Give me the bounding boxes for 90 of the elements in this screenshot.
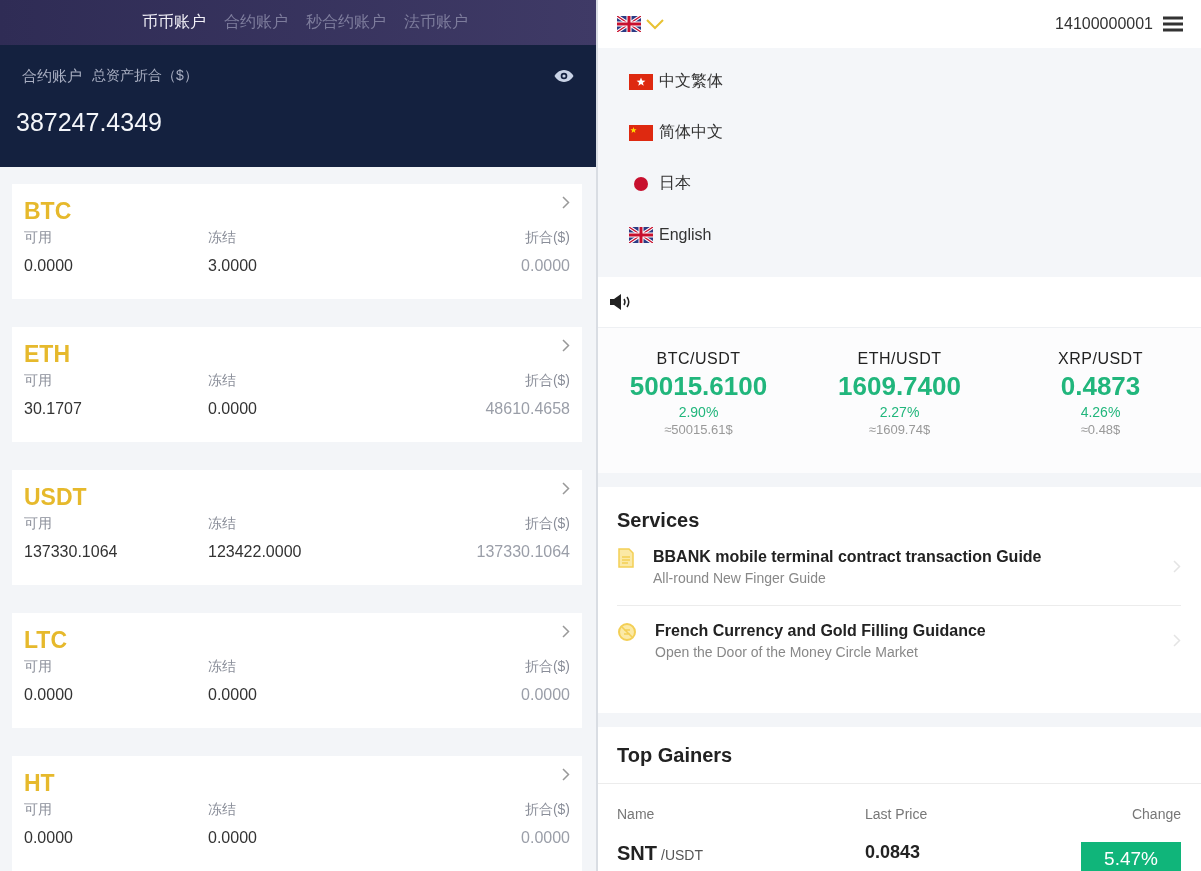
value-amount: 137330.1064 xyxy=(476,543,570,561)
frozen-amount: 0.0000 xyxy=(208,829,258,847)
pair-change: 4.26% xyxy=(1080,404,1121,420)
total-label: 总资产折合（$） xyxy=(92,67,198,86)
change-badge: 5.47% xyxy=(1081,842,1181,871)
pair-name: BTC/USDT xyxy=(656,350,741,368)
frozen-label: 冻结 xyxy=(208,372,237,390)
coin-name: BTC xyxy=(24,198,72,225)
account-tab[interactable]: 币币账户 xyxy=(140,7,208,37)
value-label: 折合($) xyxy=(523,801,570,819)
coin-name: ETH xyxy=(24,341,70,368)
flag-icon xyxy=(617,16,641,32)
available-label: 可用 xyxy=(24,801,53,819)
chevron-icon[interactable] xyxy=(562,339,570,352)
frozen-amount: 0.0000 xyxy=(208,400,258,418)
value-amount: 0.0000 xyxy=(521,829,570,847)
frozen-label: 冻结 xyxy=(208,658,237,676)
value-label: 折合($) xyxy=(523,515,570,533)
pair-change: 2.90% xyxy=(678,404,719,420)
frozen-amount: 3.0000 xyxy=(208,257,258,275)
frozen-amount: 123422.0000 xyxy=(208,543,303,561)
asset-card[interactable]: BTC 可用 冻结 折合($) 0.0000 3.0000 0.0000 xyxy=(12,184,582,299)
chevron-icon[interactable] xyxy=(562,482,570,495)
language-option[interactable]: 简体中文 xyxy=(598,107,723,158)
coin-name: LTC xyxy=(24,627,67,654)
available-amount: 30.1707 xyxy=(24,400,83,418)
language-option[interactable]: English xyxy=(598,209,712,260)
value-amount: 48610.4658 xyxy=(485,400,570,418)
frozen-label: 冻结 xyxy=(208,229,237,247)
available-amount: 0.0000 xyxy=(24,829,74,847)
pair-name: ETH/USDT xyxy=(857,350,942,368)
chevron-icon[interactable] xyxy=(562,625,570,638)
coin-name: HT xyxy=(24,770,55,797)
available-label: 可用 xyxy=(24,658,53,676)
frozen-label: 冻结 xyxy=(208,515,237,533)
pair-usd-value: ≈0.48$ xyxy=(1080,422,1121,437)
language-option[interactable]: 日本 xyxy=(598,158,691,209)
service-subtitle: All-round New Finger Guide xyxy=(653,570,827,586)
flag-icon xyxy=(629,226,653,243)
account-label: 合约账户 xyxy=(22,66,82,86)
column-header: Last Price xyxy=(865,806,929,822)
asset-card[interactable]: HT 可用 冻结 折合($) 0.0000 0.0000 0.0000 xyxy=(12,756,582,871)
value-label: 折合($) xyxy=(523,372,570,390)
service-title: French Currency and Gold Filling Guidance xyxy=(655,622,987,640)
quote-currency: /USDT xyxy=(661,847,703,863)
value-amount: 0.0000 xyxy=(521,257,570,275)
available-label: 可用 xyxy=(24,229,53,247)
pair-name: XRP/USDT xyxy=(1058,350,1143,368)
asset-card[interactable]: ETH 可用 冻结 折合($) 30.1707 0.0000 48610.4658 xyxy=(12,327,582,442)
caret-icon[interactable] xyxy=(645,18,665,30)
service-title: BBANK mobile terminal contract transaction Guide xyxy=(653,548,1043,566)
frozen-label: 冻结 xyxy=(208,801,237,819)
pair-change: 2.27% xyxy=(879,404,920,420)
pair-price: 1609.7400 xyxy=(838,371,961,402)
eye-icon[interactable] xyxy=(554,69,574,84)
language-option[interactable]: 中文繁体 xyxy=(598,56,723,107)
value-label: 折合($) xyxy=(523,229,570,247)
account-number: 14100000001 xyxy=(1055,15,1153,33)
section-title: Top Gainers xyxy=(617,743,733,767)
pair-price: 50015.6100 xyxy=(629,371,768,402)
column-header: Name xyxy=(617,806,656,822)
coin-name: SNT xyxy=(617,842,657,865)
column-header: Change xyxy=(1131,806,1181,822)
service-item[interactable]: BBANK mobile terminal contract transaction Guide All-round New Finger Guide xyxy=(617,532,1181,606)
pair-usd-value: ≈1609.74$ xyxy=(868,422,931,437)
asset-card[interactable]: USDT 可用 冻结 折合($) 137330.1064 123422.0000 137330.1064 xyxy=(12,470,582,585)
frozen-amount: 0.0000 xyxy=(208,686,258,704)
available-amount: 137330.1064 xyxy=(24,543,119,561)
available-amount: 0.0000 xyxy=(24,257,74,275)
chevron-icon[interactable] xyxy=(562,196,570,209)
flag-icon xyxy=(629,124,653,141)
available-label: 可用 xyxy=(24,515,53,533)
asset-card[interactable]: LTC 可用 冻结 折合($) 0.0000 0.0000 0.0000 xyxy=(12,613,582,728)
pair-usd-value: ≈50015.61$ xyxy=(664,422,733,437)
last-price: 0.0843 xyxy=(865,842,922,863)
document-icon xyxy=(617,548,635,568)
section-title: Services xyxy=(617,509,701,532)
pair-price: 0.4873 xyxy=(1060,371,1141,402)
coin-icon xyxy=(617,622,637,642)
total-balance: 387247.4349 xyxy=(16,107,163,137)
service-item[interactable]: French Currency and Gold Filling Guidance Open the Door of the Money Circle Market xyxy=(617,606,1181,679)
chevron-icon[interactable] xyxy=(562,768,570,781)
available-amount: 0.0000 xyxy=(24,686,74,704)
value-amount: 0.0000 xyxy=(521,686,570,704)
menu-icon[interactable] xyxy=(1163,16,1183,32)
available-label: 可用 xyxy=(24,372,53,390)
flag-icon xyxy=(629,73,653,90)
coin-name: USDT xyxy=(24,484,87,511)
service-subtitle: Open the Door of the Money Circle Market xyxy=(655,644,919,660)
value-label: 折合($) xyxy=(523,658,570,676)
